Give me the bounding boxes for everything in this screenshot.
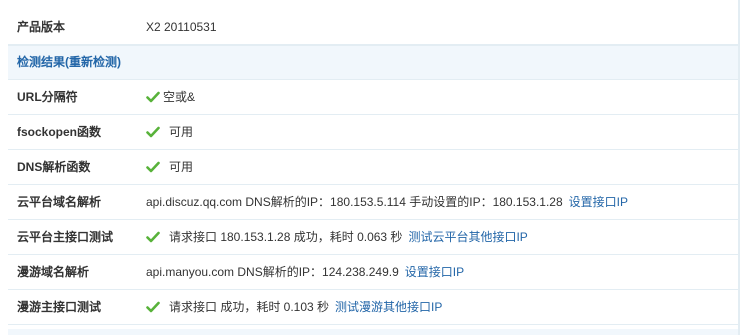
set-interface-ip-link[interactable]: 设置接口IP [569, 185, 628, 219]
row-value: api.manyou.com DNS解析的IP：124.238.249.9 设置… [146, 255, 464, 289]
status-text: 可用 [169, 160, 194, 174]
row-value: X2 20110531 [146, 10, 217, 44]
row-label: 漫游域名解析 [17, 265, 90, 279]
row-label: 云平台主接口测试 [17, 230, 114, 244]
set-interface-ip-link[interactable]: 设置接口IP [405, 255, 464, 289]
dns-result-text: api.discuz.qq.com DNS解析的IP：180.153.5.114… [146, 195, 563, 209]
test-result-text: 请求接口 180.153.1.28 成功，耗时 0.063 秒 [169, 230, 403, 244]
row-url-separator: URL分隔符 空或& [8, 80, 738, 115]
row-manyou-interface-test: 漫游主接口测试 请求接口 成功，耗时 0.103 秒 测试漫游其他接口IP [8, 290, 738, 325]
row-value: 可用 [146, 150, 193, 184]
dns-result-text: api.manyou.com DNS解析的IP：124.238.249.9 [146, 265, 399, 279]
row-value: 请求接口 成功，耗时 0.103 秒 测试漫游其他接口IP [146, 290, 442, 324]
status-text: 空或& [163, 90, 196, 104]
section-header: 检测结果(重新检测) [8, 45, 738, 80]
row-value: api.discuz.qq.com DNS解析的IP：180.153.5.114… [146, 185, 628, 219]
row-label: 漫游主接口测试 [17, 300, 102, 314]
test-result-text: 请求接口 成功，耗时 0.103 秒 [169, 300, 330, 314]
row-product-version: 产品版本 X2 20110531 [8, 10, 738, 45]
test-other-manyou-ip-link[interactable]: 测试漫游其他接口IP [335, 290, 442, 324]
row-value: 可用 [146, 115, 193, 149]
row-cloud-interface-test: 云平台主接口测试 请求接口 180.153.1.28 成功，耗时 0.063 秒… [8, 220, 738, 255]
version-text: X2 20110531 [146, 20, 217, 34]
row-fsockopen: fsockopen函数 可用 [8, 115, 738, 150]
check-icon [146, 301, 160, 313]
check-icon [146, 161, 160, 173]
row-value: 请求接口 180.153.1.28 成功，耗时 0.063 秒 测试云平台其他接… [146, 220, 528, 254]
row-label: 云平台域名解析 [17, 195, 102, 209]
status-text: 可用 [169, 125, 194, 139]
row-dns-function: DNS解析函数 可用 [8, 150, 738, 185]
row-label: fsockopen函数 [17, 125, 102, 139]
check-icon [146, 91, 160, 103]
diagnostics-panel: 产品版本 X2 20110531 检测结果(重新检测) URL分隔符 空或& f… [0, 0, 740, 335]
row-value: 空或& [146, 80, 195, 114]
check-icon [146, 126, 160, 138]
row-label: URL分隔符 [17, 90, 78, 104]
check-icon [146, 231, 160, 243]
section-title-recheck[interactable]: 检测结果(重新检测) [17, 46, 121, 79]
test-other-cloud-ip-link[interactable]: 测试云平台其他接口IP [408, 220, 527, 254]
row-label: 产品版本 [17, 20, 66, 34]
row-label: DNS解析函数 [17, 160, 91, 174]
top-spacer [0, 0, 740, 8]
footer-band [8, 329, 738, 335]
row-cloud-dns: 云平台域名解析 api.discuz.qq.com DNS解析的IP：180.1… [8, 185, 738, 220]
row-manyou-dns: 漫游域名解析 api.manyou.com DNS解析的IP：124.238.2… [8, 255, 738, 290]
